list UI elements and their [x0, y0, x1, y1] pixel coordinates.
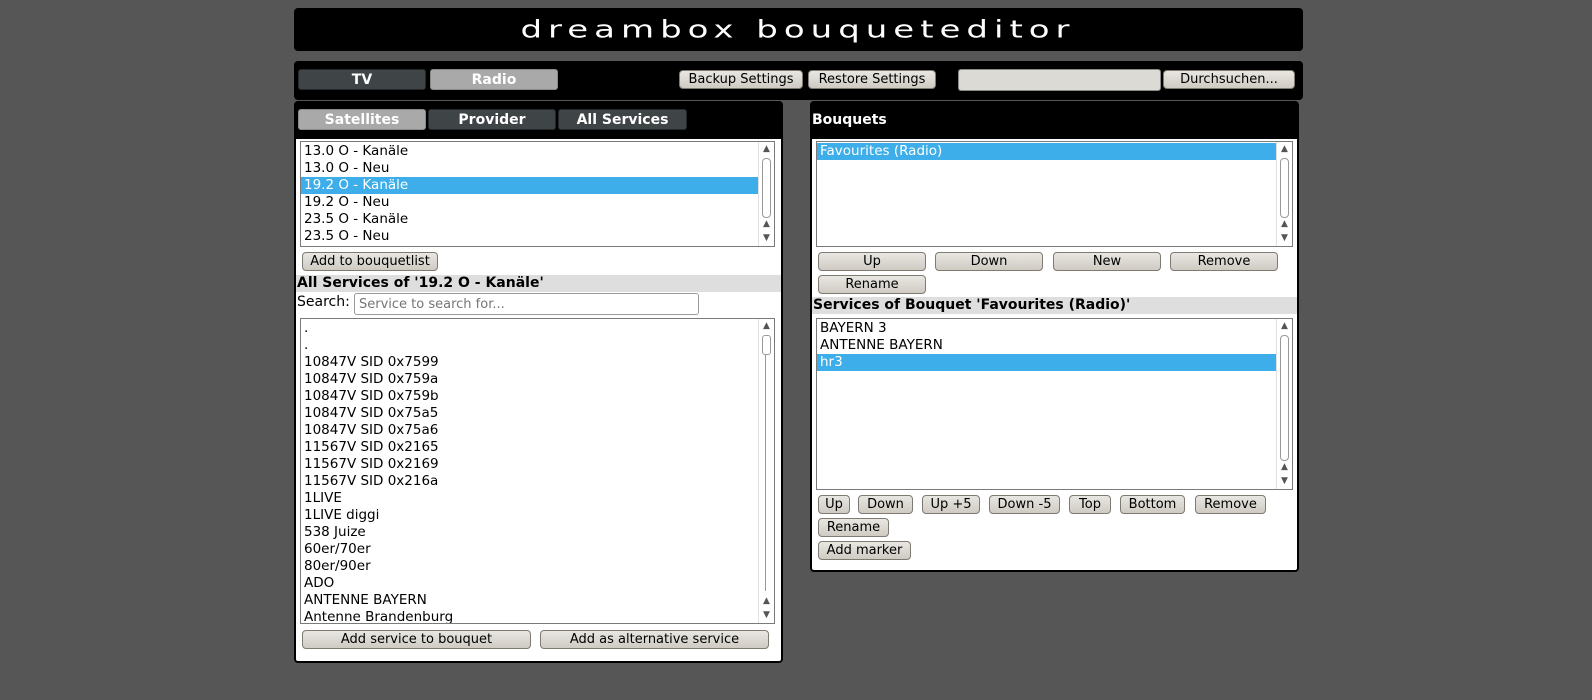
app-logo: dreambox bouqueteditor	[520, 16, 1075, 44]
bouquet-down-button[interactable]: Down	[935, 252, 1043, 271]
search-input[interactable]	[354, 293, 699, 315]
list-item[interactable]: ANTENNE BAYERN	[817, 337, 1292, 354]
satellite-list[interactable]: 13.0 O - Kanäle 13.0 O - Neu 19.2 O - Ka…	[300, 141, 775, 247]
list-item[interactable]: 19.2 O - Neu	[301, 194, 774, 211]
list-item[interactable]: 23.5 O - Kanäle	[301, 211, 774, 228]
top-toolbar: TV Radio Backup Settings Restore Setting…	[294, 61, 1303, 100]
list-item[interactable]: ANTENNE BAYERN	[301, 592, 774, 609]
bouquets-panel-header: Bouquets	[812, 103, 1297, 139]
scroll-up-icon[interactable]: ▲	[759, 218, 774, 230]
restore-settings-button[interactable]: Restore Settings	[808, 70, 936, 89]
file-input[interactable]	[958, 69, 1161, 91]
bouquet-new-button[interactable]: New	[1053, 252, 1161, 271]
service-down5-button[interactable]: Down -5	[989, 495, 1060, 514]
services-panel: Satellites Provider All Services 13.0 O …	[294, 101, 783, 663]
scroll-down-icon[interactable]: ▼	[759, 609, 774, 621]
list-item[interactable]: 13.0 O - Neu	[301, 160, 774, 177]
service-down-button[interactable]: Down	[858, 495, 913, 514]
list-item[interactable]: 10847V SID 0x7599	[301, 354, 774, 371]
scroll-up-icon[interactable]: ▲	[1277, 320, 1292, 332]
add-marker-button[interactable]: Add marker	[818, 541, 911, 560]
list-item[interactable]: 538 Juize	[301, 524, 774, 541]
list-item[interactable]: 60er/70er	[301, 541, 774, 558]
list-item[interactable]: 1LIVE	[301, 490, 774, 507]
service-rename-button[interactable]: Rename	[818, 518, 889, 537]
bouquet-up-button[interactable]: Up	[818, 252, 926, 271]
list-item[interactable]: 13.0 O - Kanäle	[301, 143, 774, 160]
scroll-thumb[interactable]	[1280, 335, 1289, 461]
scroll-up-icon[interactable]: ▲	[759, 320, 774, 332]
add-service-to-bouquet-button[interactable]: Add service to bouquet	[302, 630, 531, 649]
bouquets-title: Bouquets	[812, 112, 887, 128]
add-to-bouquetlist-button[interactable]: Add to bouquetlist	[302, 252, 438, 271]
service-up5-button[interactable]: Up +5	[922, 495, 980, 514]
add-alternative-service-button[interactable]: Add as alternative service	[540, 630, 769, 649]
scroll-up-icon[interactable]: ▲	[1277, 218, 1292, 230]
bouquet-remove-button[interactable]: Remove	[1170, 252, 1278, 271]
service-remove-button[interactable]: Remove	[1195, 495, 1266, 514]
list-item[interactable]: 80er/90er	[301, 558, 774, 575]
bouquet-list-scrollbar[interactable]: ▲ ▲ ▼	[1276, 142, 1292, 246]
scroll-thumb[interactable]	[1280, 158, 1289, 218]
list-item[interactable]: 11567V SID 0x2165	[301, 439, 774, 456]
services-list[interactable]: . . 10847V SID 0x7599 10847V SID 0x759a …	[300, 318, 775, 624]
list-item[interactable]: 11567V SID 0x2169	[301, 456, 774, 473]
list-item[interactable]: 10847V SID 0x759a	[301, 371, 774, 388]
list-item[interactable]: 1LIVE diggi	[301, 507, 774, 524]
list-item[interactable]: BAYERN 3	[817, 320, 1292, 337]
tab-tv[interactable]: TV	[298, 69, 426, 90]
list-item[interactable]: Antenne Brandenburg	[301, 609, 774, 623]
bouquet-list[interactable]: Favourites (Radio) ▲ ▲ ▼	[816, 141, 1293, 247]
services-panel-header: Satellites Provider All Services	[296, 103, 781, 139]
tab-all-services[interactable]: All Services	[558, 109, 687, 130]
app-header: dreambox bouqueteditor	[294, 8, 1303, 51]
list-item[interactable]: 11567V SID 0x216a	[301, 473, 774, 490]
services-title: All Services of '19.2 O - Kanäle'	[296, 275, 781, 292]
scroll-track	[765, 355, 766, 591]
scroll-down-icon[interactable]: ▼	[1277, 232, 1292, 244]
bouquet-services-title: Services of Bouquet 'Favourites (Radio)'	[812, 297, 1297, 314]
list-item[interactable]: 10847V SID 0x75a6	[301, 422, 774, 439]
bouquet-rename-button[interactable]: Rename	[818, 275, 926, 294]
bouquets-panel: Bouquets Favourites (Radio) ▲ ▲ ▼ Up Dow…	[810, 101, 1299, 572]
backup-settings-button[interactable]: Backup Settings	[679, 70, 803, 89]
tab-radio[interactable]: Radio	[430, 69, 558, 90]
browse-button[interactable]: Durchsuchen...	[1163, 70, 1295, 89]
list-item[interactable]: hr3	[817, 354, 1292, 371]
scroll-thumb[interactable]	[762, 335, 771, 355]
search-label: Search:	[297, 294, 350, 310]
satellite-list-scrollbar[interactable]: ▲ ▲ ▼	[758, 142, 774, 246]
bouquet-services-scrollbar[interactable]: ▲ ▲ ▼	[1276, 319, 1292, 489]
list-item[interactable]: 10847V SID 0x759b	[301, 388, 774, 405]
list-item[interactable]: .	[301, 337, 774, 354]
list-item[interactable]: 10847V SID 0x75a5	[301, 405, 774, 422]
list-item[interactable]: Favourites (Radio)	[817, 143, 1292, 160]
tab-provider[interactable]: Provider	[428, 109, 556, 130]
scroll-down-icon[interactable]: ▼	[1277, 475, 1292, 487]
scroll-thumb[interactable]	[762, 158, 771, 218]
scroll-up-icon[interactable]: ▲	[759, 595, 774, 607]
list-item[interactable]: 19.2 O - Kanäle	[301, 177, 774, 194]
services-list-scrollbar[interactable]: ▲ ▲ ▼	[758, 319, 774, 623]
scroll-up-icon[interactable]: ▲	[1277, 461, 1292, 473]
scroll-up-icon[interactable]: ▲	[1277, 143, 1292, 155]
scroll-up-icon[interactable]: ▲	[759, 143, 774, 155]
bouquet-services-list[interactable]: BAYERN 3 ANTENNE BAYERN hr3 ▲ ▲ ▼	[816, 318, 1293, 490]
list-item[interactable]: .	[301, 320, 774, 337]
service-up-button[interactable]: Up	[818, 495, 850, 514]
scroll-down-icon[interactable]: ▼	[759, 232, 774, 244]
list-item[interactable]: 23.5 O - Neu	[301, 228, 774, 245]
list-item[interactable]: ADO	[301, 575, 774, 592]
tab-satellites[interactable]: Satellites	[298, 109, 426, 130]
app-title: dreambox bouqueteditor	[520, 16, 1075, 44]
service-top-button[interactable]: Top	[1069, 495, 1111, 514]
service-bottom-button[interactable]: Bottom	[1120, 495, 1185, 514]
